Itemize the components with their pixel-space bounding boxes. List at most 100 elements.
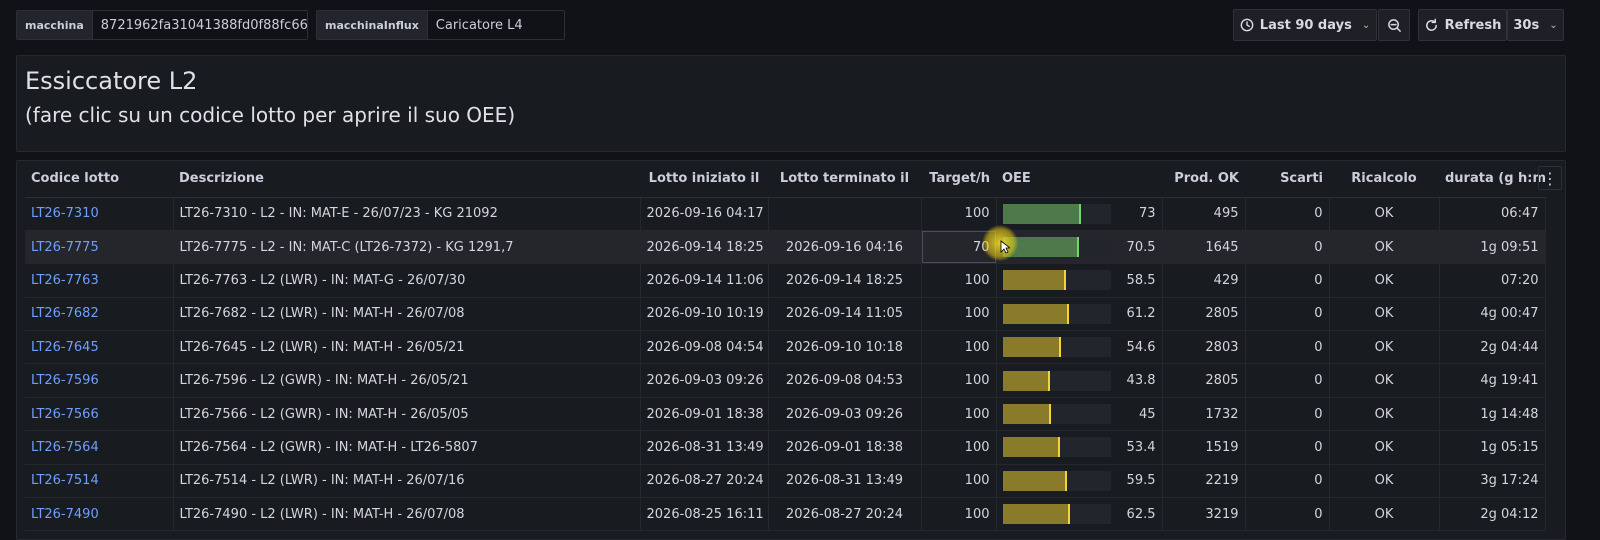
oee-gauge [1002,303,1111,324]
variable-label: macchinaInflux [317,11,428,39]
oee-value: 59.5 [1126,473,1156,489]
clock-icon [1240,18,1254,32]
table-row[interactable]: LT26-7645 LT26-7645 - L2 (LWR) - IN: MAT-… [25,330,1546,365]
oee-gauge-fill [1002,270,1066,291]
zoom-out-button[interactable] [1378,9,1410,41]
oee-gauge [1002,203,1111,224]
lot-start-cell: 2026-08-31 13:49 [640,430,769,465]
column-header[interactable]: Prod. OK [1162,161,1245,198]
lot-code-link[interactable]: LT26-7775 [25,230,174,265]
column-header[interactable]: Lotto iniziato il [640,161,768,198]
oee-cell: 53.4 [996,430,1163,465]
table-row[interactable]: LT26-7775 LT26-7775 - L2 - IN: MAT-C (LT2… [25,230,1546,265]
target-cell[interactable]: 70 [921,230,997,265]
column-header[interactable]: Lotto terminato il [768,161,921,198]
refresh-interval-picker[interactable]: 30s ⌄ [1507,9,1564,41]
variable-macchinainflux[interactable]: macchinaInflux Caricatore L4 [316,10,565,40]
oee-value: 53.4 [1126,439,1156,455]
oee-gauge-fill [1002,203,1082,224]
time-range-picker-button[interactable]: Last 90 days ⌄ [1233,9,1377,41]
table-row[interactable]: LT26-7564 LT26-7564 - L2 (GWR) - IN: MAT-… [25,430,1546,465]
scarti-cell: 0 [1245,363,1330,398]
table-row[interactable]: LT26-7566 LT26-7566 - L2 (GWR) - IN: MAT-… [25,397,1546,432]
table-row[interactable]: LT26-7763 LT26-7763 - L2 (LWR) - IN: MAT-… [25,263,1546,298]
oee-value: 45 [1138,406,1156,422]
oee-value: 73 [1138,206,1156,222]
lot-code-link[interactable]: LT26-7763 [25,263,174,298]
durata-cell: 2g 04:12 [1439,497,1546,532]
lot-end-cell: 2026-09-10 10:18 [768,330,922,365]
column-header[interactable]: Scarti [1245,161,1329,198]
refresh-button[interactable]: Refresh [1418,9,1507,41]
oee-gauge-fill [1002,303,1069,324]
lot-start-cell: 2026-09-14 18:25 [640,230,769,265]
lot-code-link[interactable]: LT26-7514 [25,464,174,499]
target-cell: 100 [921,330,997,365]
column-header[interactable]: OEE [996,161,1162,198]
oee-cell: 58.5 [996,263,1163,298]
lot-code-link[interactable]: LT26-7596 [25,363,174,398]
durata-cell: 3g 17:24 [1439,464,1546,499]
oee-value: 70.5 [1126,239,1156,255]
kebab-menu-icon[interactable]: ⋮ [1538,166,1562,190]
column-header[interactable]: Target/h [921,161,996,198]
dashboard-toolbar: macchina 8721962fa31041388fd0f88fc66d7 m… [0,0,1600,50]
panel-title: Essiccatore L2 [25,67,198,95]
lot-end-cell: 2026-09-08 04:53 [768,363,922,398]
oee-cell: 73 [996,197,1163,231]
title-panel: Essiccatore L2 (fare clic su un codice l… [16,55,1566,152]
column-header[interactable]: Ricalcolo [1329,161,1439,198]
ricalcolo-cell: OK [1329,197,1440,231]
lot-description-cell: LT26-7490 - L2 (LWR) - IN: MAT-H - 26/07… [173,497,641,532]
lot-description-cell: LT26-7645 - L2 (LWR) - IN: MAT-H - 26/05… [173,330,641,365]
oee-value: 58.5 [1126,272,1156,288]
table-row[interactable]: LT26-7310 LT26-7310 - L2 - IN: MAT-E - 26… [25,197,1546,231]
oee-value: 43.8 [1126,373,1156,389]
oee-gauge [1002,404,1111,425]
durata-cell: 2g 04:44 [1439,330,1546,365]
durata-cell: 1g 14:48 [1439,397,1546,432]
lot-start-cell: 2026-09-03 09:26 [640,363,769,398]
refresh-icon [1425,18,1437,31]
column-header[interactable]: durata (g h:m) [1439,161,1545,198]
scarti-cell: 0 [1245,497,1330,532]
ricalcolo-cell: OK [1329,397,1440,432]
lot-end-cell: 2026-09-03 09:26 [768,397,922,432]
oee-value: 61.2 [1126,306,1156,322]
variable-value-select[interactable]: Caricatore L4 [427,11,564,39]
prod-ok-cell: 2219 [1162,464,1246,499]
durata-cell: 06:47 [1439,197,1546,231]
oee-gauge [1002,504,1111,525]
table-row[interactable]: LT26-7490 LT26-7490 - L2 (LWR) - IN: MAT-… [25,497,1546,532]
lot-code-link[interactable]: LT26-7490 [25,497,174,532]
table-row[interactable]: LT26-7596 LT26-7596 - L2 (GWR) - IN: MAT-… [25,363,1546,398]
lot-code-link[interactable]: LT26-7682 [25,297,174,332]
column-header[interactable]: Descrizione [173,161,640,198]
panel-subtitle: (fare clic su un codice lotto per aprire… [25,103,516,127]
table-row[interactable]: LT26-7514 LT26-7514 - L2 (LWR) - IN: MAT-… [25,464,1546,499]
column-header[interactable]: Codice lotto [25,161,173,198]
oee-gauge [1002,470,1111,491]
oee-gauge-fill [1002,504,1070,525]
oee-cell: 54.6 [996,330,1163,365]
variable-value-select[interactable]: 8721962fa31041388fd0f88fc66d7 [92,11,307,39]
table-row[interactable]: LT26-7682 LT26-7682 - L2 (LWR) - IN: MAT-… [25,297,1546,332]
prod-ok-cell: 2805 [1162,297,1246,332]
chevron-down-icon: ⌄ [1361,19,1371,31]
oee-cell: 59.5 [996,464,1163,499]
lot-start-cell: 2026-09-10 10:19 [640,297,769,332]
lot-description-cell: LT26-7596 - L2 (GWR) - IN: MAT-H - 26/05… [173,363,641,398]
durata-cell: 07:20 [1439,263,1546,298]
lot-end-cell: 2026-08-27 20:24 [768,497,922,532]
lot-end-cell: 2026-08-31 13:49 [768,464,922,499]
lot-code-link[interactable]: LT26-7645 [25,330,174,365]
ricalcolo-cell: OK [1329,497,1440,532]
lot-code-link[interactable]: LT26-7310 [25,197,174,231]
lot-code-link[interactable]: LT26-7564 [25,430,174,465]
lot-code-link[interactable]: LT26-7566 [25,397,174,432]
variable-macchina[interactable]: macchina 8721962fa31041388fd0f88fc66d7 [16,10,308,40]
lot-description-cell: LT26-7310 - L2 - IN: MAT-E - 26/07/23 - … [173,197,641,231]
oee-value: 54.6 [1126,339,1156,355]
target-cell: 100 [921,497,997,532]
oee-cell: 43.8 [996,363,1163,398]
